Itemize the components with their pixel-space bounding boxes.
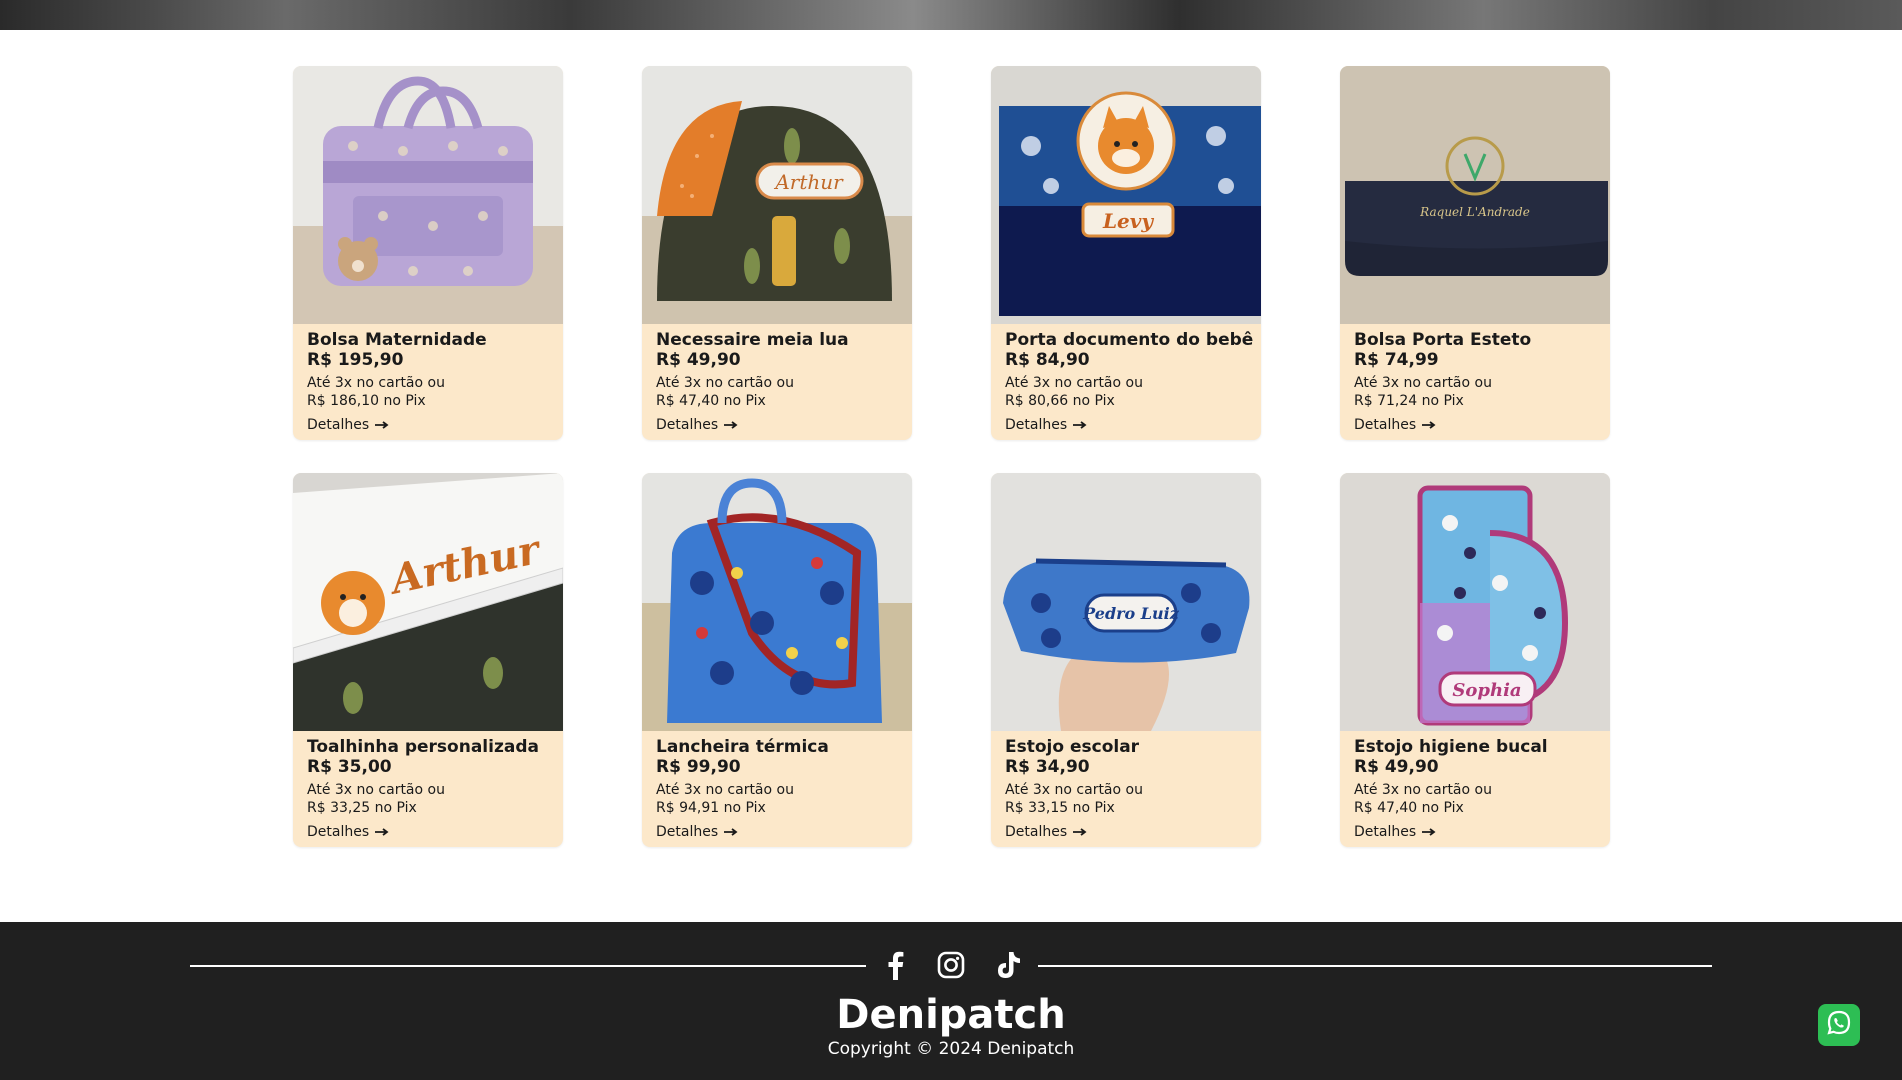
pix-price: R$ 47,40 no Pix: [656, 393, 766, 409]
pix-price: R$ 71,24 no Pix: [1354, 393, 1464, 409]
product-price: R$ 74,99: [1354, 350, 1439, 370]
instagram-icon[interactable]: [934, 948, 968, 982]
product-photo[interactable]: Arthur: [293, 473, 563, 731]
product-price: R$ 99,90: [656, 757, 741, 777]
arrow-right-icon: [375, 823, 389, 841]
embroidery-text: Levy: [1102, 209, 1154, 233]
details-label: Detalhes: [656, 824, 719, 840]
product-photo[interactable]: [293, 66, 563, 324]
pix-price: R$ 94,91 no Pix: [656, 800, 766, 816]
product-name: Necessaire meia lua: [656, 330, 849, 350]
embroidery-text: Sophia: [1452, 680, 1521, 701]
product-price: R$ 35,00: [307, 757, 392, 777]
details-link[interactable]: Detalhes: [307, 823, 389, 841]
copyright-text: Copyright © 2024 Denipatch: [827, 1039, 1075, 1059]
product-name: Estojo escolar: [1005, 737, 1140, 757]
installments-text: Até 3x no cartão ou: [1354, 375, 1492, 391]
product-photo[interactable]: [642, 473, 912, 731]
product-name: Estojo higiene bucal: [1354, 737, 1548, 757]
product-name: Lancheira térmica: [656, 737, 829, 757]
tiktok-icon[interactable]: [991, 948, 1025, 982]
details-label: Detalhes: [1354, 824, 1417, 840]
details-link[interactable]: Detalhes: [1005, 823, 1087, 841]
product-name: Porta documento do bebê: [1005, 330, 1254, 350]
details-link[interactable]: Detalhes: [1354, 416, 1436, 434]
installments-text: Até 3x no cartão ou: [656, 782, 794, 798]
product-photo[interactable]: Arthur: [642, 66, 912, 324]
product-card[interactable]: Raquel L'Andrade Bolsa Porta Esteto R$ 7…: [1340, 66, 1610, 440]
product-card[interactable]: Arthur Toalhinha personalizada R$ 35,00 …: [293, 473, 563, 847]
product-name: Bolsa Porta Esteto: [1354, 330, 1532, 350]
pix-price: R$ 33,15 no Pix: [1005, 800, 1115, 816]
pix-price: R$ 47,40 no Pix: [1354, 800, 1464, 816]
product-card[interactable]: Bolsa Maternidade R$ 195,90 Até 3x no ca…: [293, 66, 563, 440]
details-label: Detalhes: [1354, 417, 1417, 433]
product-photo[interactable]: Levy: [991, 66, 1261, 324]
brand-name: Denipatch: [836, 992, 1066, 1038]
site-footer: Denipatch Copyright © 2024 Denipatch: [0, 922, 1902, 1080]
details-label: Detalhes: [1005, 417, 1068, 433]
embroidery-text: Pedro Luiz: [1082, 604, 1180, 623]
arrow-right-icon: [375, 416, 389, 434]
details-link[interactable]: Detalhes: [307, 416, 389, 434]
installments-text: Até 3x no cartão ou: [307, 375, 445, 391]
product-name: Bolsa Maternidade: [307, 330, 487, 350]
details-link[interactable]: Detalhes: [1354, 823, 1436, 841]
installments-text: Até 3x no cartão ou: [1354, 782, 1492, 798]
product-grid: Bolsa Maternidade R$ 195,90 Até 3x no ca…: [293, 66, 1610, 847]
footer-divider-right: [1038, 965, 1712, 967]
pix-price: R$ 186,10 no Pix: [307, 393, 426, 409]
embroidery-text: Arthur: [773, 170, 844, 194]
arrow-right-icon: [1073, 416, 1087, 434]
product-card[interactable]: Arthur Necessaire meia lua R$ 49,90 Até …: [642, 66, 912, 440]
details-link[interactable]: Detalhes: [1005, 416, 1087, 434]
product-price: R$ 195,90: [307, 350, 404, 370]
arrow-right-icon: [724, 416, 738, 434]
product-price: R$ 49,90: [1354, 757, 1439, 777]
installments-text: Até 3x no cartão ou: [307, 782, 445, 798]
arrow-right-icon: [1073, 823, 1087, 841]
pix-price: R$ 80,66 no Pix: [1005, 393, 1115, 409]
installments-text: Até 3x no cartão ou: [1005, 782, 1143, 798]
product-card[interactable]: Sophia Estojo higiene bucal R$ 49,90 Até…: [1340, 473, 1610, 847]
product-card[interactable]: Levy Porta documento do bebê R$ 84,90 At…: [991, 66, 1261, 440]
whatsapp-button[interactable]: [1818, 1004, 1860, 1046]
facebook-icon[interactable]: [878, 948, 912, 982]
pix-price: R$ 33,25 no Pix: [307, 800, 417, 816]
installments-text: Até 3x no cartão ou: [1005, 375, 1143, 391]
embroidery-text: Raquel L'Andrade: [1419, 205, 1530, 219]
product-photo[interactable]: Raquel L'Andrade: [1340, 66, 1610, 324]
whatsapp-icon: [1825, 1009, 1853, 1041]
hero-banner-strip: [0, 0, 1902, 30]
product-price: R$ 49,90: [656, 350, 741, 370]
details-label: Detalhes: [307, 417, 370, 433]
installments-text: Até 3x no cartão ou: [656, 375, 794, 391]
details-link[interactable]: Detalhes: [656, 416, 738, 434]
details-label: Detalhes: [1005, 824, 1068, 840]
details-label: Detalhes: [307, 824, 370, 840]
details-link[interactable]: Detalhes: [656, 823, 738, 841]
footer-divider-left: [190, 965, 866, 967]
details-label: Detalhes: [656, 417, 719, 433]
product-card[interactable]: Lancheira térmica R$ 99,90 Até 3x no car…: [642, 473, 912, 847]
arrow-right-icon: [1422, 416, 1436, 434]
product-price: R$ 34,90: [1005, 757, 1090, 777]
product-name: Toalhinha personalizada: [307, 737, 539, 757]
arrow-right-icon: [724, 823, 738, 841]
product-card[interactable]: Pedro Luiz Estojo escolar R$ 34,90 Até 3…: [991, 473, 1261, 847]
arrow-right-icon: [1422, 823, 1436, 841]
product-price: R$ 84,90: [1005, 350, 1090, 370]
product-photo[interactable]: Pedro Luiz: [991, 473, 1261, 731]
product-photo[interactable]: Sophia: [1340, 473, 1610, 731]
